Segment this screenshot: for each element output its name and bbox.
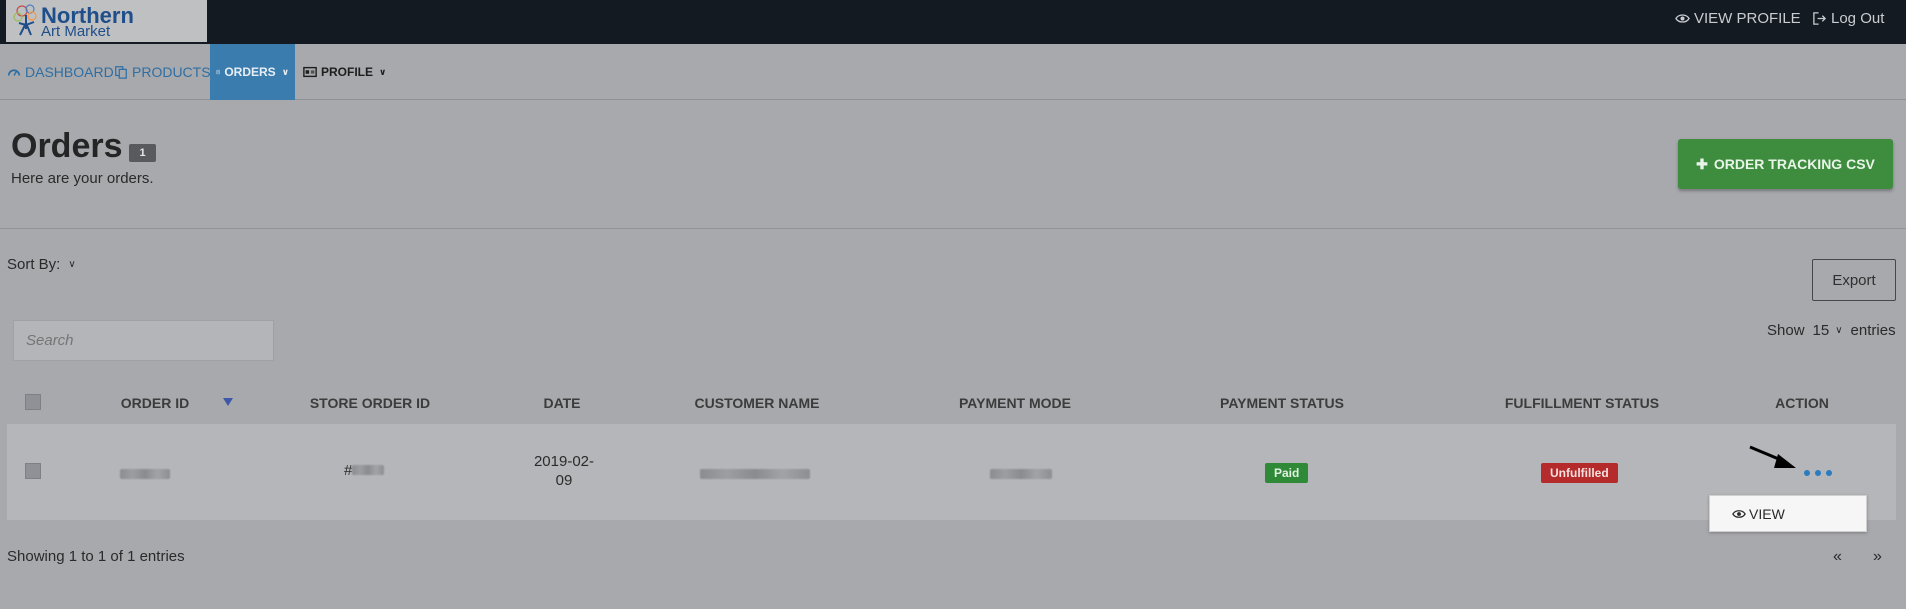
sort-desc-icon[interactable] [223, 398, 233, 406]
date-line1: 2019-02- [533, 453, 595, 470]
tree-logo-icon [13, 4, 37, 36]
nav-profile-label: PROFILE [321, 65, 374, 79]
main-nav: DASHBOARD PRODUCTS ORDERS ∨ PROFILE ∨ [0, 44, 1906, 100]
chevron-down-icon: ∨ [281, 66, 289, 77]
chevron-down-icon: ∨ [68, 259, 76, 270]
nav-profile[interactable]: PROFILE ∨ [303, 44, 386, 100]
pagination-prev[interactable]: « [1833, 548, 1842, 566]
store-order-hash: # [344, 462, 353, 479]
page-title: Orders [11, 127, 123, 165]
sort-by-dropdown[interactable]: Sort By: ∨ [7, 256, 76, 273]
brand-name-line2: Art Market [41, 23, 111, 40]
nav-orders-label: ORDERS [224, 65, 276, 79]
nav-dashboard-label: DASHBOARD [25, 64, 114, 80]
col-store-order-id[interactable]: STORE ORDER ID [290, 393, 450, 423]
payment-mode-cell [990, 466, 1052, 483]
menu-item-view-label: VIEW [1749, 506, 1785, 522]
orders-document-icon [216, 69, 220, 75]
csv-button-label: ORDER TRACKING CSV [1713, 156, 1875, 172]
date-cell: 2019-02- 09 [528, 452, 600, 490]
row-actions-ellipsis-icon[interactable] [1804, 470, 1832, 476]
logout-label: Log Out [1831, 10, 1885, 27]
plus-icon: ✚ [1696, 155, 1708, 172]
id-card-icon [303, 66, 317, 78]
annotation-arrow-icon [1749, 445, 1796, 468]
col-customer-name[interactable]: CUSTOMER NAME [667, 393, 847, 423]
entries-label: entries [1850, 322, 1896, 339]
entries-select[interactable]: 15 ∨ [1813, 322, 1843, 339]
pagination-next[interactable]: » [1873, 548, 1882, 566]
table-row[interactable]: # 2019-02- 09 Paid Unfulfilled [7, 424, 1896, 520]
nav-products[interactable]: PRODUCTS [114, 44, 211, 100]
select-all-checkbox[interactable] [25, 394, 41, 410]
brand-logo[interactable]: Northern Art Market [6, 0, 207, 42]
nav-dashboard[interactable]: DASHBOARD [7, 44, 114, 100]
order-tracking-csv-button[interactable]: ✚ ORDER TRACKING CSV [1678, 139, 1893, 189]
col-order-id[interactable]: ORDER ID [100, 393, 210, 423]
show-label: Show [1767, 322, 1805, 339]
customer-name-cell [700, 466, 810, 483]
col-date[interactable]: DATE [517, 393, 607, 423]
nav-products-label: PRODUCTS [132, 64, 211, 80]
eye-icon [1675, 14, 1690, 23]
view-profile-label: VIEW PROFILE [1694, 10, 1801, 27]
top-bar: Northern Art Market VIEW PROFILE Log Out [0, 0, 1906, 44]
col-fulfillment-status[interactable]: FULFILLMENT STATUS [1477, 393, 1687, 423]
payment-status-badge: Paid [1265, 463, 1309, 483]
nav-orders[interactable]: ORDERS ∨ [210, 44, 295, 100]
order-id-cell[interactable] [120, 466, 170, 483]
store-order-id-cell: # [344, 462, 385, 479]
eye-icon [1732, 510, 1746, 518]
entries-select-value: 15 [1812, 322, 1830, 339]
logout-link[interactable]: Log Out [1812, 10, 1884, 27]
row-actions-menu: VIEW [1709, 495, 1867, 532]
menu-item-view[interactable]: VIEW [1732, 506, 1785, 522]
header-divider [0, 228, 1906, 229]
sort-by-label: Sort By: [7, 256, 61, 273]
col-payment-status[interactable]: PAYMENT STATUS [1202, 393, 1362, 423]
col-action: ACTION [1775, 395, 1829, 411]
orders-count-badge: 1 [129, 144, 156, 162]
table-info: Showing 1 to 1 of 1 entries [7, 548, 185, 565]
chevron-down-icon: ∨ [379, 66, 387, 77]
view-profile-link[interactable]: VIEW PROFILE [1675, 10, 1801, 27]
col-payment-mode[interactable]: PAYMENT MODE [940, 393, 1090, 423]
export-button[interactable]: Export [1812, 259, 1896, 301]
row-checkbox[interactable] [25, 463, 41, 479]
sign-out-icon [1813, 12, 1827, 25]
page-subtitle: Here are your orders. [11, 170, 154, 187]
products-copy-icon [115, 66, 127, 79]
search-input[interactable] [13, 320, 274, 361]
table-header: ORDER ID STORE ORDER ID DATE CUSTOMER NA… [7, 393, 1896, 423]
fulfillment-status-badge: Unfulfilled [1541, 463, 1618, 483]
show-entries-control: Show 15 ∨ entries [1767, 322, 1896, 339]
dashboard-gauge-icon [7, 69, 21, 76]
chevron-down-icon: ∨ [1835, 325, 1843, 336]
date-line2: 09 [555, 472, 573, 489]
